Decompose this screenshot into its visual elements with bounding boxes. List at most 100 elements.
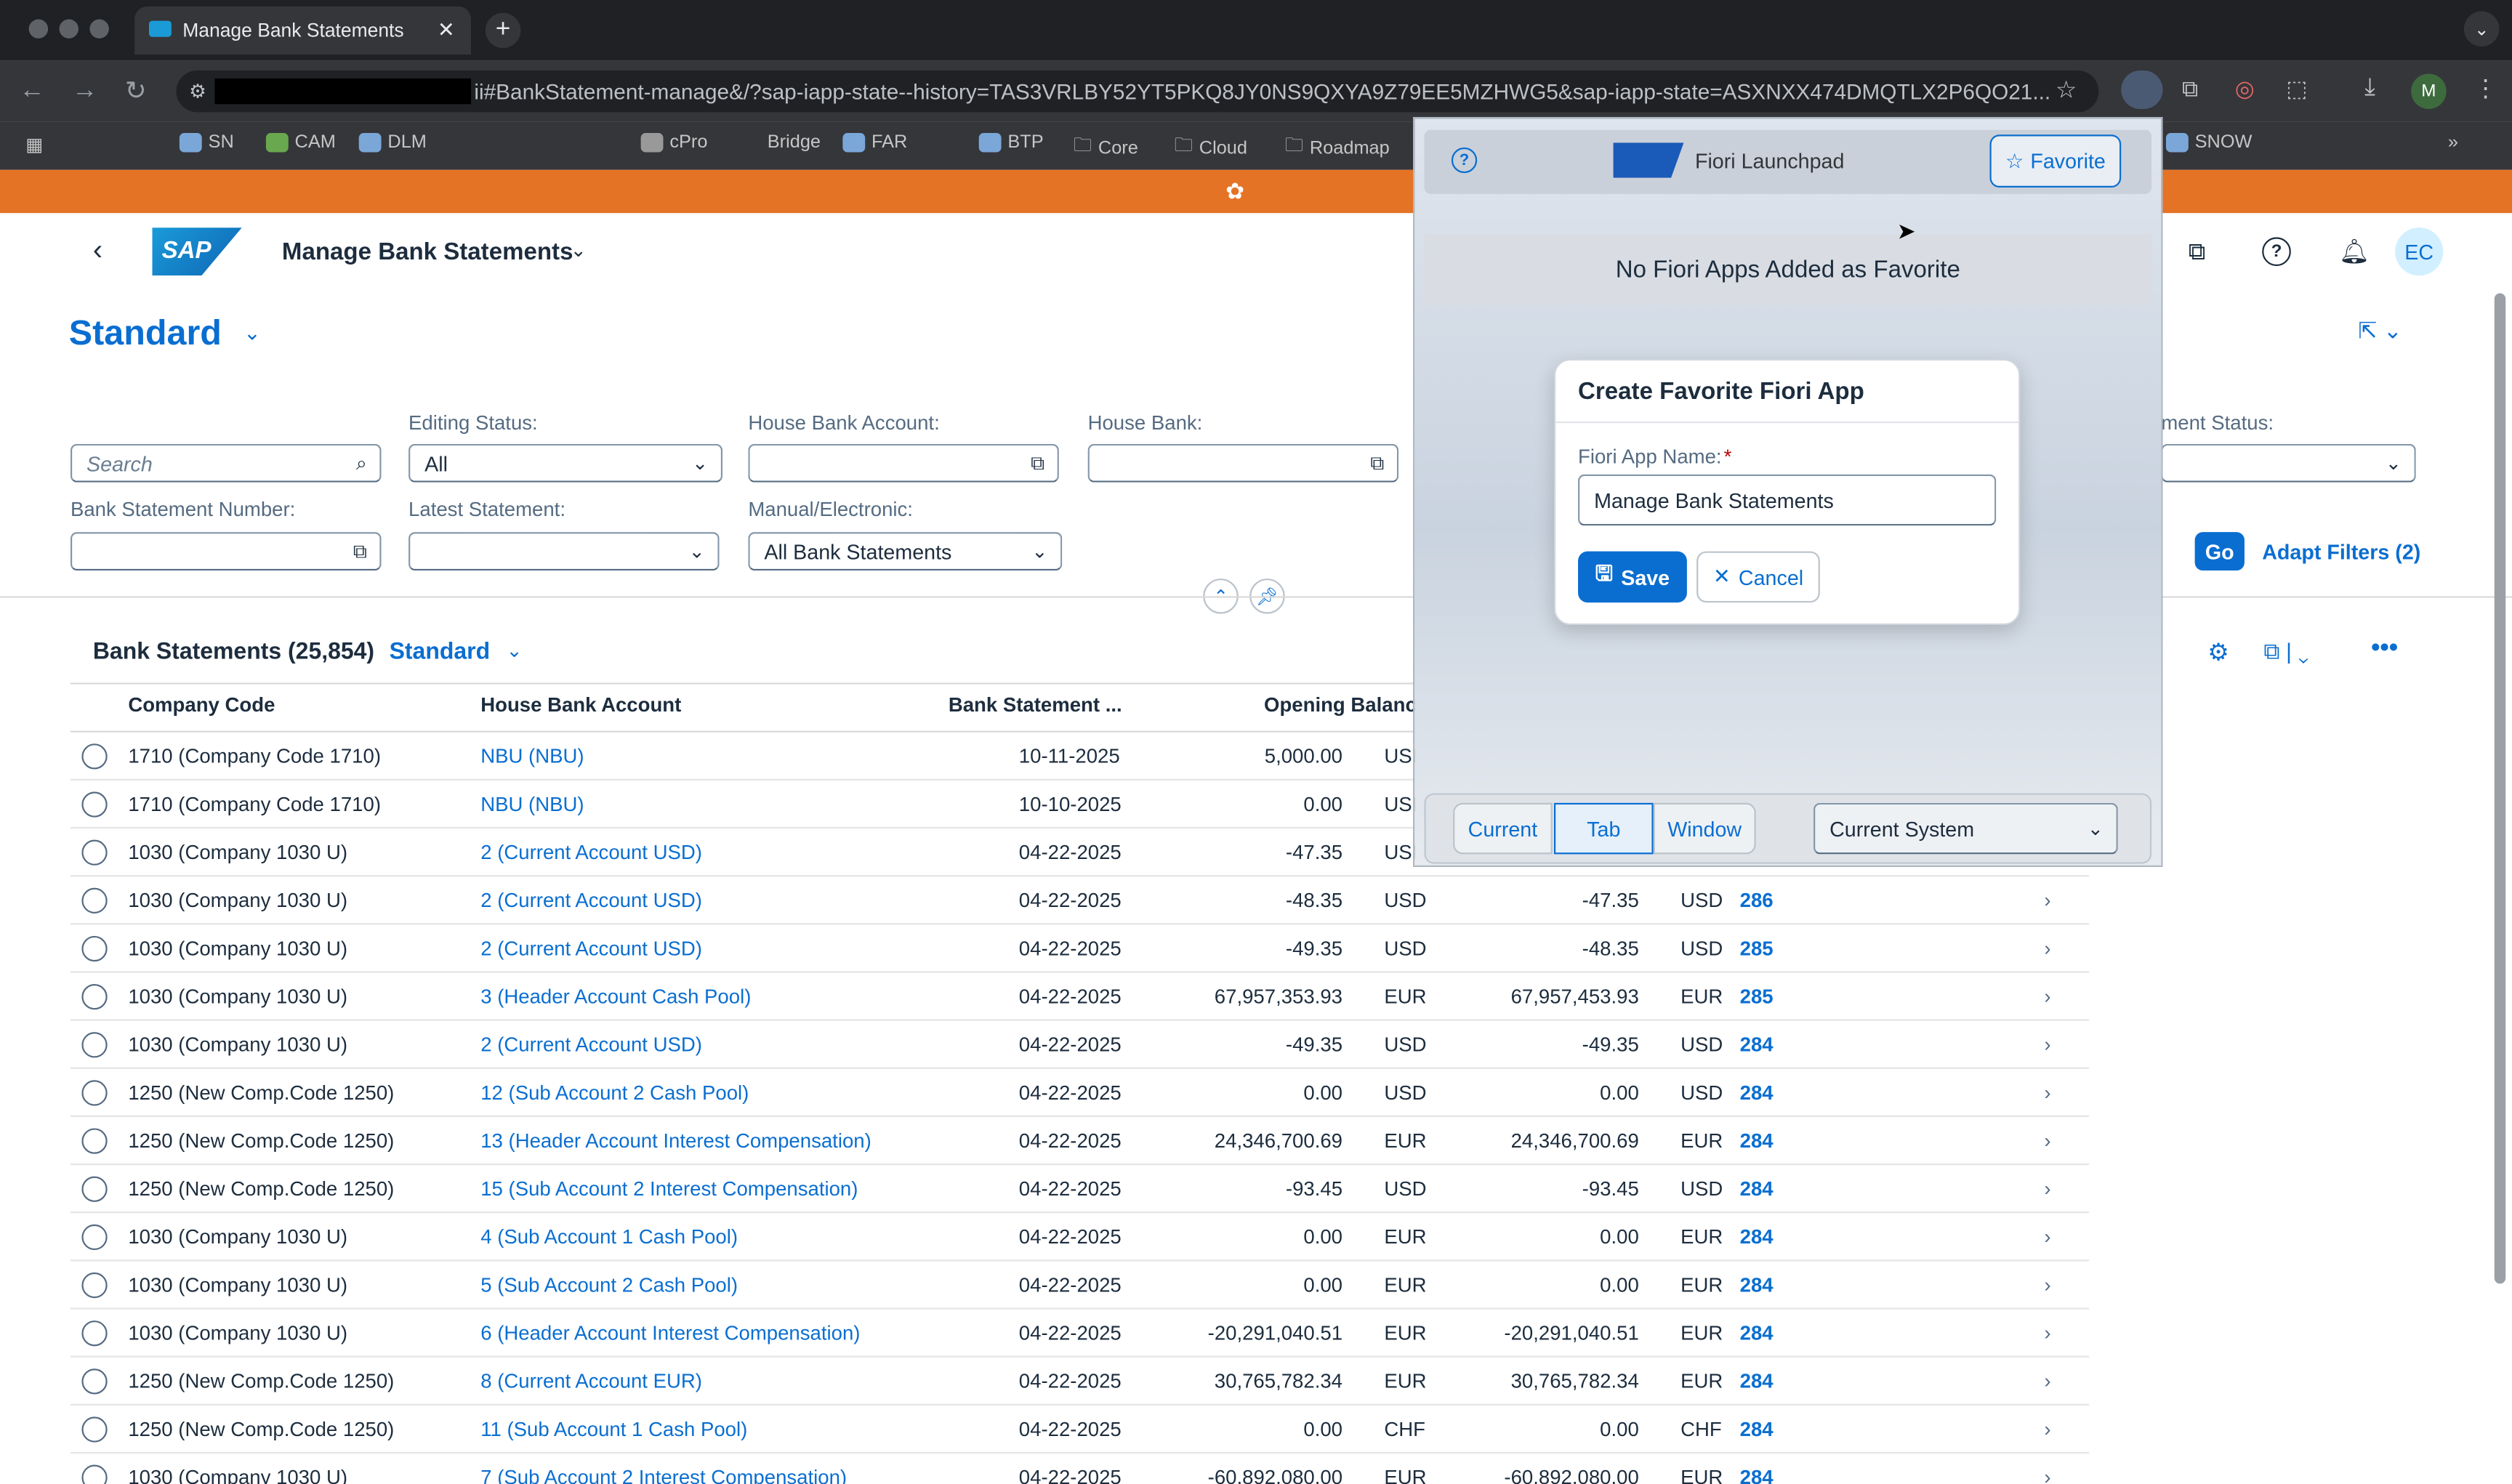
item-count-link[interactable]: 284 [1740, 1419, 1774, 1441]
table-row[interactable]: 1030 (Company 1030 U) 2 (Current Account … [70, 1021, 2090, 1069]
table-row[interactable]: 1030 (Company 1030 U) 5 (Sub Account 2 Ca… [70, 1261, 2090, 1310]
new-tab-icon[interactable]: + [485, 12, 521, 49]
table-variant[interactable]: Standard [390, 640, 491, 665]
row-nav-chevron-icon[interactable]: › [2044, 1178, 2050, 1201]
bookmark-sn[interactable]: SN [179, 133, 234, 153]
house-bank-account-link[interactable]: 2 (Current Account USD) [480, 937, 702, 960]
row-select-radio[interactable] [81, 1368, 108, 1395]
chart-icon[interactable]: ⧉ [2189, 239, 2206, 266]
mode-window[interactable]: Window [1653, 802, 1756, 855]
house-bank-account-link[interactable]: 2 (Current Account USD) [480, 1033, 702, 1056]
row-nav-chevron-icon[interactable]: › [2044, 985, 2050, 1008]
profile-avatar[interactable]: M [2411, 73, 2447, 109]
house-bank-account-link[interactable]: 5 (Sub Account 2 Cash Pool) [480, 1274, 738, 1297]
row-select-radio[interactable] [81, 1032, 108, 1058]
house-bank-account-link[interactable]: NBU (NBU) [480, 745, 584, 767]
bookmark-btp[interactable]: BTP [978, 133, 1044, 153]
chevron-down-icon[interactable]: ⌄ [571, 239, 587, 262]
close-tab-icon[interactable]: ✕ [438, 17, 455, 43]
user-avatar[interactable]: EC [2395, 227, 2444, 276]
table-row[interactable]: 1030 (Company 1030 U) 4 (Sub Account 1 Ca… [70, 1213, 2090, 1262]
security-extension-icon[interactable]: ◎ [2235, 76, 2255, 102]
item-count-link[interactable]: 286 [1740, 890, 1774, 912]
col-opening-balance[interactable]: Opening Balance [1264, 694, 1428, 717]
row-select-radio[interactable] [81, 791, 108, 818]
row-select-radio[interactable] [81, 1272, 108, 1299]
extension-icon[interactable]: ⧉ [2182, 76, 2198, 102]
apps-icon[interactable]: ▦ [25, 133, 43, 155]
house-bank-account-link[interactable]: 8 (Current Account EUR) [480, 1370, 702, 1392]
statement-status-select[interactable]: ⌄ [2161, 443, 2416, 483]
bookmark-bridge[interactable]: Bridge [768, 133, 821, 152]
bookmark-far[interactable]: FAR [842, 133, 907, 153]
house-bank-account-link[interactable]: 2 (Current Account USD) [480, 890, 702, 912]
site-info-icon[interactable]: ⚙ [189, 80, 206, 102]
back-nav-icon[interactable]: ‹ [93, 234, 102, 267]
app-name-input[interactable]: Manage Bank Statements [1578, 474, 1997, 526]
item-count-link[interactable]: 284 [1740, 1226, 1774, 1249]
row-nav-chevron-icon[interactable]: › [2044, 1033, 2050, 1056]
table-row[interactable]: 1030 (Company 1030 U) 3 (Header Account C… [70, 973, 2090, 1021]
row-nav-chevron-icon[interactable]: › [2044, 1467, 2050, 1484]
bookmark-cpro[interactable]: cPro [640, 133, 707, 153]
row-nav-chevron-icon[interactable]: › [2044, 1274, 2050, 1297]
bookmark-snow[interactable]: SNOW [2165, 133, 2252, 153]
item-count-link[interactable]: 284 [1740, 1322, 1774, 1344]
browser-menu-icon[interactable]: ⋮ [2473, 73, 2497, 102]
row-select-radio[interactable] [81, 935, 108, 962]
manual-electronic-select[interactable]: All Bank Statements ⌄ [748, 532, 1063, 571]
table-row[interactable]: 1250 (New Comp.Code 1250) 8 (Current Acco… [70, 1358, 2090, 1406]
row-select-radio[interactable] [81, 1224, 108, 1251]
col-house-bank-account[interactable]: House Bank Account [480, 694, 681, 717]
value-help-icon[interactable]: ⧉ [1031, 452, 1044, 476]
house-bank-input[interactable]: ⧉ [1087, 443, 1399, 483]
maximize-window-dot[interactable] [89, 19, 109, 39]
item-count-link[interactable]: 284 [1740, 1467, 1774, 1484]
reload-icon[interactable]: ↻ [125, 76, 147, 108]
col-company-code[interactable]: Company Code [128, 694, 275, 717]
value-help-icon[interactable]: ⧉ [1370, 452, 1384, 476]
house-bank-account-link[interactable]: 11 (Sub Account 1 Cash Pool) [480, 1419, 747, 1441]
row-nav-chevron-icon[interactable]: › [2044, 1130, 2050, 1153]
row-select-radio[interactable] [81, 1176, 108, 1202]
item-count-link[interactable]: 284 [1740, 1178, 1774, 1201]
joule-icon[interactable]: ✿ [1225, 178, 1244, 205]
adapt-filters-button[interactable]: Adapt Filters (2) [2262, 540, 2420, 564]
row-select-radio[interactable] [81, 839, 108, 866]
row-nav-chevron-icon[interactable]: › [2044, 1322, 2050, 1344]
editing-status-select[interactable]: All ⌄ [408, 443, 723, 483]
address-bar[interactable]: ⚙ ii#BankStatement-manage&/?sap-iapp-sta… [176, 70, 2099, 113]
table-row[interactable]: 1030 (Company 1030 U) 6 (Header Account I… [70, 1310, 2090, 1358]
favorite-button[interactable]: ☆ Favorite [1989, 134, 2122, 188]
table-row[interactable]: 1030 (Company 1030 U) 7 (Sub Account 2 In… [71, 1453, 2089, 1484]
house-bank-account-link[interactable]: 13 (Header Account Interest Compensation… [480, 1130, 871, 1153]
mode-current[interactable]: Current [1453, 802, 1553, 855]
item-count-link[interactable]: 284 [1740, 1274, 1774, 1297]
bookmark-roadmap[interactable]: 🗀 Roadmap [1285, 133, 1390, 164]
popup-help-icon[interactable]: ? [1451, 147, 1478, 174]
help-icon[interactable]: ? [2262, 237, 2291, 267]
mode-tab[interactable]: Tab [1553, 802, 1654, 855]
fiori-extension-icon[interactable] [2121, 70, 2163, 109]
house-bank-account-link[interactable]: 15 (Sub Account 2 Interest Compensation) [480, 1178, 858, 1201]
row-select-radio[interactable] [81, 887, 108, 914]
item-count-link[interactable]: 284 [1740, 1370, 1774, 1392]
table-row[interactable]: 1250 (New Comp.Code 1250) 11 (Sub Account… [70, 1406, 2090, 1454]
house-bank-account-link[interactable]: 12 (Sub Account 2 Cash Pool) [480, 1082, 749, 1105]
house-bank-account-link[interactable]: 2 (Current Account USD) [480, 842, 702, 864]
table-row[interactable]: 1250 (New Comp.Code 1250) 13 (Header Acco… [70, 1117, 2090, 1166]
table-row[interactable]: 1250 (New Comp.Code 1250) 12 (Sub Account… [70, 1069, 2090, 1118]
more-actions-icon[interactable]: ••• [2371, 634, 2398, 664]
bell-icon[interactable]: 🔔︎ [2339, 237, 2370, 266]
col-bank-statement-date[interactable]: Bank Statement ... [949, 694, 1122, 717]
row-nav-chevron-icon[interactable]: › [2044, 937, 2050, 960]
variant-title[interactable]: Standard [69, 312, 222, 354]
house-bank-account-link[interactable]: 7 (Sub Account 2 Interest Compensation) [480, 1467, 847, 1484]
house-bank-account-link[interactable]: 3 (Header Account Cash Pool) [480, 985, 751, 1008]
bank-statement-number-input[interactable]: ⧉ [70, 532, 382, 571]
settings-gear-icon[interactable]: ⚙ [2207, 638, 2229, 666]
browser-tab[interactable]: Manage Bank Statements ✕ [134, 6, 472, 55]
search-icon[interactable]: ⌕ [356, 452, 367, 476]
puzzle-icon[interactable]: ⬚ [2286, 76, 2307, 102]
bookmark-cloud[interactable]: 🗀 Cloud [1175, 133, 1247, 164]
